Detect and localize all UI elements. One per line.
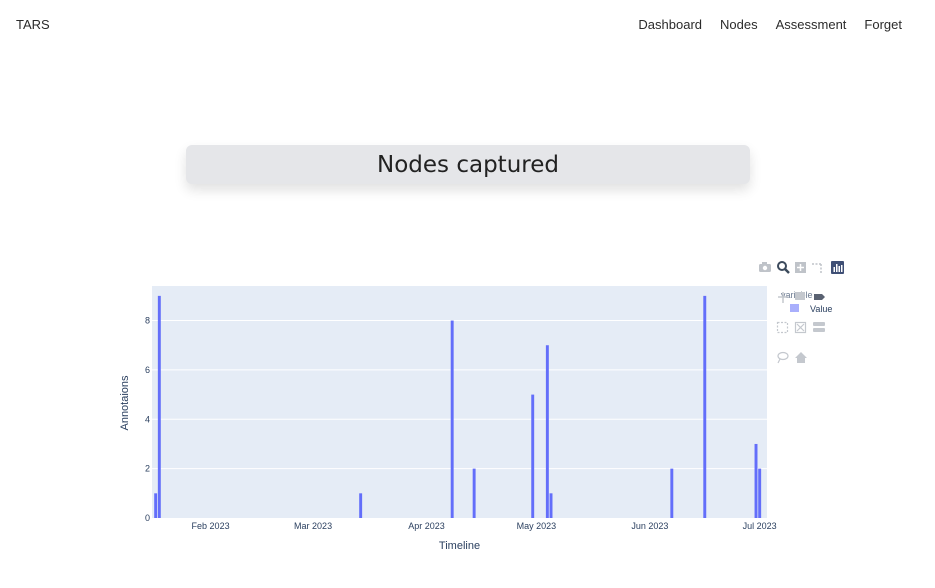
navbar: TARS Dashboard Nodes Assessment Forget xyxy=(0,0,935,50)
bar[interactable] xyxy=(703,295,707,518)
x-tick-label: Apr 2023 xyxy=(408,521,445,531)
bar[interactable] xyxy=(157,295,161,518)
nav-link-dashboard[interactable]: Dashboard xyxy=(638,17,702,32)
x-tick-label: Jun 2023 xyxy=(631,521,668,531)
modebar xyxy=(759,261,844,274)
bar[interactable] xyxy=(450,320,454,518)
bar[interactable] xyxy=(154,493,158,518)
brand-link[interactable]: TARS xyxy=(16,17,50,32)
title-card: Nodes captured xyxy=(186,145,750,184)
legend-swatch xyxy=(790,304,799,312)
nav-links: Dashboard Nodes Assessment Forget xyxy=(638,17,902,32)
bar[interactable] xyxy=(549,493,553,518)
bar[interactable] xyxy=(758,468,762,518)
y-tick-label: 4 xyxy=(145,414,150,424)
modebar-side xyxy=(776,292,825,364)
y-tick-label: 8 xyxy=(145,316,150,326)
toggle-hover-icon[interactable] xyxy=(813,322,825,332)
x-tick-label: Jul 2023 xyxy=(743,521,777,531)
zoom-icon[interactable] xyxy=(777,261,790,274)
x-tick-label: Mar 2023 xyxy=(294,521,332,531)
x-axis-title: Timeline xyxy=(439,540,480,552)
legend[interactable]: variable Value xyxy=(781,290,832,314)
bar[interactable] xyxy=(545,345,549,518)
y-tick-label: 2 xyxy=(145,464,150,474)
bar-chart[interactable]: 0 2 4 6 8 Feb 2023 Mar 2023 Apr 2023 May 2023 Ju… xyxy=(0,250,935,570)
plotly-logo-icon[interactable] xyxy=(831,261,844,274)
bar[interactable] xyxy=(531,394,535,518)
nav-link-assessment[interactable]: Assessment xyxy=(776,17,847,32)
bar[interactable] xyxy=(670,468,674,518)
x-tick-label: Feb 2023 xyxy=(192,521,230,531)
y-tick-label: 6 xyxy=(145,365,150,375)
chart-container: 0 2 4 6 8 Feb 2023 Mar 2023 Apr 2023 May 2023 Ju… xyxy=(0,250,935,570)
camera-icon[interactable] xyxy=(759,262,771,272)
reset-axes-icon[interactable] xyxy=(795,352,807,363)
y-tick-label: 0 xyxy=(145,513,150,523)
legend-label-value[interactable]: Value xyxy=(810,304,832,314)
spike-lines-icon[interactable] xyxy=(812,263,822,273)
lasso-icon[interactable] xyxy=(777,351,789,364)
page-title: Nodes captured xyxy=(377,151,559,178)
bar[interactable] xyxy=(359,493,363,518)
y-axis-title: Annotaions xyxy=(119,375,131,431)
bar[interactable] xyxy=(472,468,476,518)
autoscale-icon[interactable] xyxy=(794,321,807,334)
x-tick-label: May 2023 xyxy=(517,521,557,531)
nav-link-nodes[interactable]: Nodes xyxy=(720,17,758,32)
pan-icon[interactable] xyxy=(795,262,806,273)
bar[interactable] xyxy=(754,443,758,518)
nav-link-forget[interactable]: Forget xyxy=(864,17,902,32)
box-select-icon[interactable] xyxy=(776,321,789,334)
